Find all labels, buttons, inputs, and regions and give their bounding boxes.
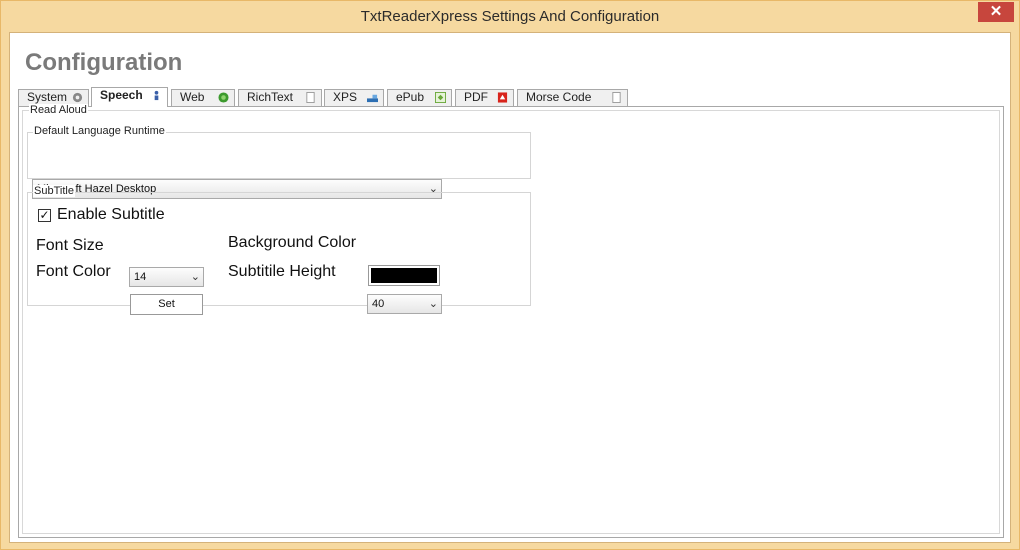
font-color-label: Font Color bbox=[36, 263, 111, 280]
document-icon bbox=[612, 92, 621, 103]
tab-label: RichText bbox=[247, 90, 294, 104]
tab-label: System bbox=[27, 90, 68, 104]
tab-pdf[interactable]: PDF bbox=[455, 89, 514, 106]
globe-icon bbox=[218, 92, 229, 103]
tab-epub[interactable]: ePub bbox=[387, 89, 452, 106]
tab-web[interactable]: Web bbox=[171, 89, 235, 106]
app-window: TxtReaderXpress Settings And Configurati… bbox=[0, 0, 1020, 550]
tab-speech[interactable]: Speech bbox=[91, 87, 168, 107]
tab-label: XPS bbox=[333, 90, 358, 104]
gear-icon bbox=[72, 92, 83, 103]
tab-morse-code[interactable]: Morse Code bbox=[517, 89, 628, 106]
font-size-select[interactable]: 14 ⌄ bbox=[129, 267, 204, 287]
subtitle-group-label: SubTitle bbox=[33, 185, 75, 197]
background-color-label: Background Color bbox=[228, 234, 357, 251]
tab-label: ePub bbox=[396, 90, 425, 104]
enable-subtitle-label: Enable Subtitle bbox=[57, 206, 165, 223]
background-color-fill bbox=[371, 268, 437, 283]
enable-subtitle-checkbox[interactable]: ✓ bbox=[38, 209, 51, 222]
client-area: Configuration System Speech Web RichText… bbox=[9, 32, 1011, 543]
tab-label: Speech bbox=[100, 88, 143, 102]
background-color-picker[interactable] bbox=[368, 265, 440, 286]
window-title: TxtReaderXpress Settings And Configurati… bbox=[360, 8, 660, 25]
close-button[interactable]: ✕ bbox=[978, 2, 1014, 22]
font-color-set-button[interactable]: Set bbox=[130, 294, 203, 315]
language-runtime-group bbox=[27, 132, 531, 179]
tab-xps[interactable]: XPS bbox=[324, 89, 384, 106]
speaker-icon bbox=[154, 90, 159, 101]
document-icon bbox=[306, 92, 315, 103]
language-runtime-label: Default Language Runtime bbox=[33, 125, 166, 137]
subtitle-height-label: Subtitile Height bbox=[228, 263, 336, 280]
title-bar[interactable]: TxtReaderXpress Settings And Configurati… bbox=[1, 1, 1019, 32]
epub-icon bbox=[435, 92, 446, 103]
font-size-value: 14 bbox=[134, 271, 147, 283]
speech-tab-panel: Read Aloud Default Language Runtime Micr… bbox=[18, 104, 1004, 538]
xps-icon bbox=[367, 94, 378, 103]
tab-label: Web bbox=[180, 90, 205, 104]
chevron-down-icon: ⌄ bbox=[428, 298, 438, 310]
tab-label: Morse Code bbox=[526, 90, 592, 104]
read-aloud-label: Read Aloud bbox=[29, 104, 88, 116]
font-size-label: Font Size bbox=[36, 237, 104, 254]
tab-label: PDF bbox=[464, 90, 488, 104]
subtitle-height-value: 40 bbox=[372, 298, 385, 310]
page-title: Configuration bbox=[25, 49, 183, 76]
subtitle-height-select[interactable]: 40 ⌄ bbox=[367, 294, 442, 314]
pdf-icon bbox=[497, 92, 508, 103]
tab-richtext[interactable]: RichText bbox=[238, 89, 322, 106]
chevron-down-icon: ⌄ bbox=[190, 271, 200, 283]
